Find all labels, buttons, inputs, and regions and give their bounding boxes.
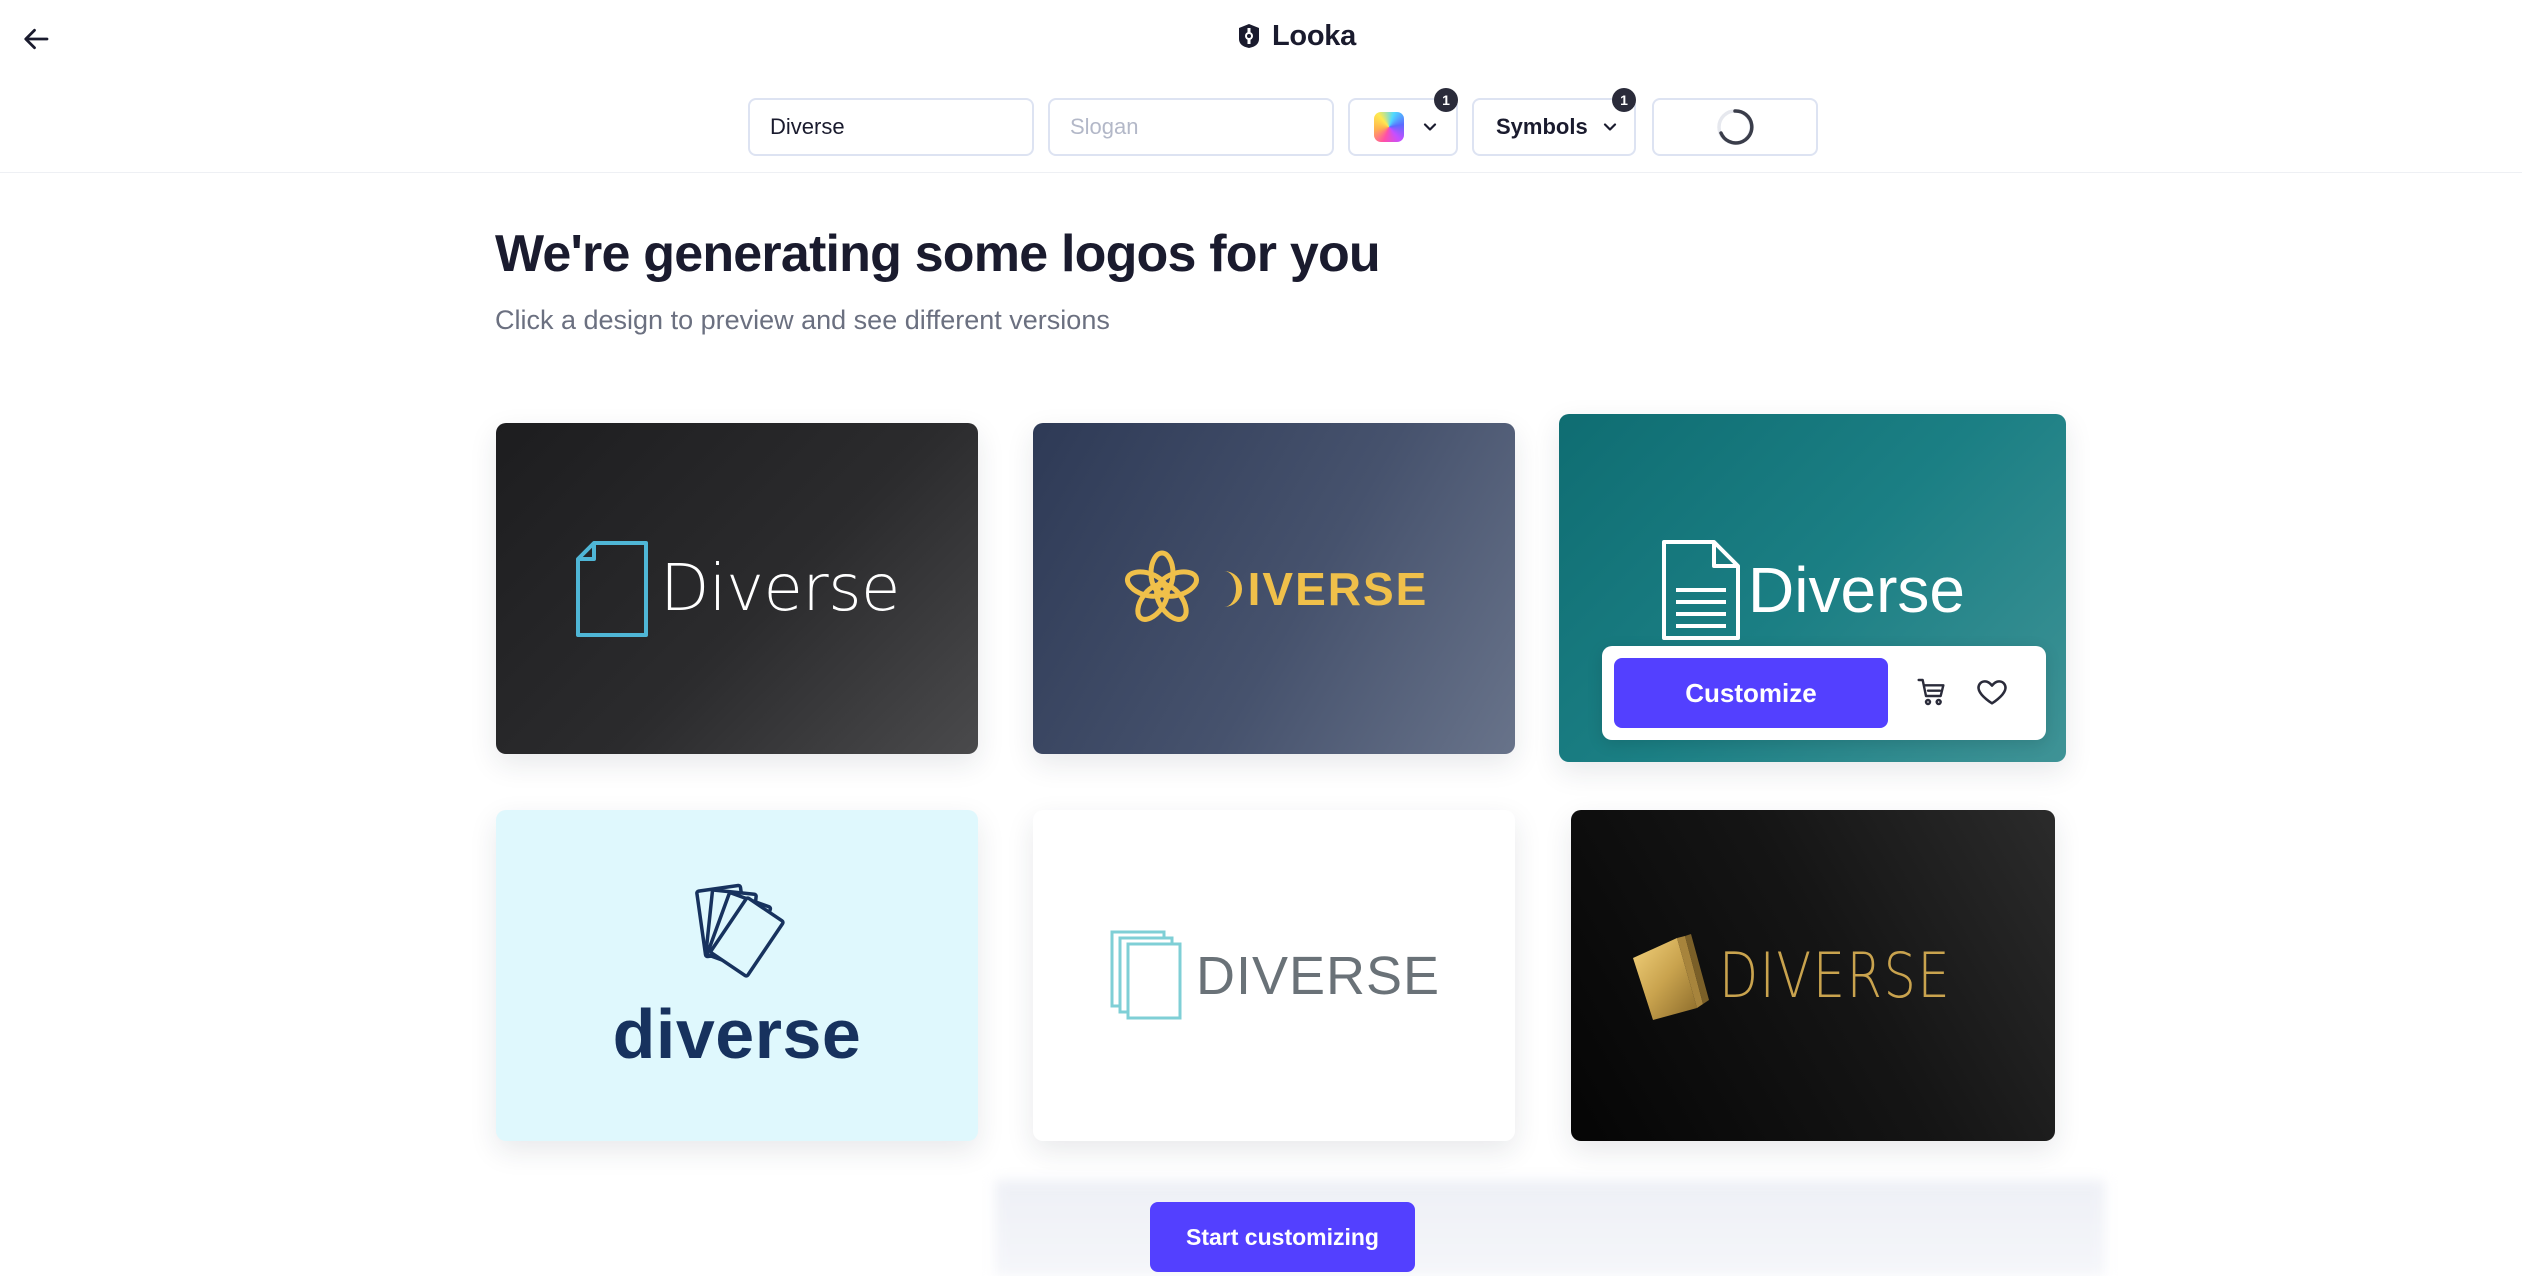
logo-wordmark: IVERSE — [1247, 562, 1429, 615]
cart-icon — [1917, 678, 1945, 706]
logo-card[interactable]: DIVERSE — [1571, 810, 2055, 1141]
logo-card[interactable]: Diverse — [496, 423, 978, 754]
top-bar: Looka 1 Symbols 1 — [0, 0, 2522, 173]
cart-button[interactable] — [1908, 668, 1956, 716]
brand-name: Looka — [1272, 19, 1356, 52]
brand-logo[interactable]: Looka — [1234, 16, 1356, 56]
lined-document-icon — [1662, 540, 1741, 640]
symbols-dropdown[interactable]: Symbols 1 — [1472, 88, 1636, 156]
stacked-pages-icon — [1110, 930, 1182, 1019]
heart-icon — [1977, 680, 2007, 705]
symbols-label: Symbols — [1496, 114, 1588, 139]
chevron-down-icon — [1603, 123, 1616, 131]
company-name-field[interactable] — [748, 98, 1034, 156]
page-title: We're generating some logos for you — [495, 225, 1381, 283]
start-customizing-button[interactable]: Start customizing — [1150, 1202, 1415, 1272]
flower-knot-icon — [1124, 550, 1199, 622]
generate-button[interactable] — [1652, 98, 1818, 156]
crescent-letter-icon — [1223, 570, 1242, 607]
looka-logo-icon — [1239, 24, 1259, 48]
logo-card[interactable]: DIVERSE — [1033, 810, 1515, 1141]
slogan-input[interactable] — [1050, 100, 1332, 154]
slogan-field[interactable] — [1048, 98, 1334, 156]
logo-card[interactable]: diverse — [496, 810, 978, 1141]
logo-card[interactable]: IVERSE — [1033, 423, 1515, 754]
colors-count-badge: 1 — [1434, 88, 1458, 112]
favorite-button[interactable] — [1968, 668, 2016, 716]
company-name-input[interactable] — [750, 100, 1032, 154]
logo-wordmark: DIVERSE — [1195, 945, 1441, 1006]
loading-spinner-icon — [1717, 109, 1754, 145]
colors-dropdown[interactable]: 1 — [1348, 88, 1458, 156]
page-subtitle: Click a design to preview and see differ… — [495, 305, 1110, 335]
logo-wordmark: diverse — [612, 994, 862, 1073]
back-button[interactable] — [16, 18, 58, 60]
document-icon — [576, 540, 649, 637]
color-palette-icon — [1374, 112, 1404, 142]
logo-wordmark: Diverse — [1748, 554, 1965, 626]
arrow-left-icon — [24, 28, 49, 50]
logo-filters: 1 Symbols 1 — [0, 88, 2522, 158]
logo-wordmark: Diverse — [660, 551, 900, 626]
logo-card-actions: Customize — [1602, 646, 2046, 740]
fanned-cards-icon — [695, 883, 785, 978]
symbols-count-badge: 1 — [1612, 88, 1636, 112]
gold-pages-icon — [1633, 933, 1710, 1020]
customize-button[interactable]: Customize — [1614, 658, 1888, 728]
logo-wordmark: DIVERSE — [1719, 939, 1952, 1012]
logo-lockup: Diverse — [1660, 538, 1965, 642]
chevron-down-icon — [1423, 123, 1437, 131]
